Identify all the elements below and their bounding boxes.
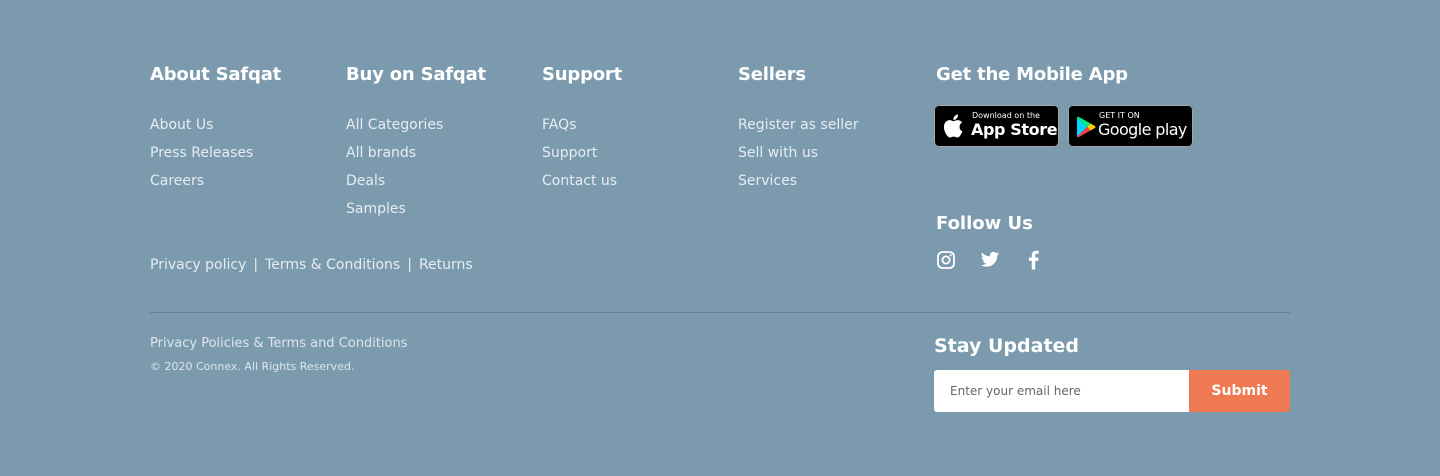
link-careers[interactable]: Careers [150,170,253,198]
link-contact-us[interactable]: Contact us [542,170,617,198]
link-faqs[interactable]: FAQs [542,114,617,142]
apple-icon [943,114,963,138]
support-column-title: Support [542,64,622,85]
follow-us-title: Follow Us [936,213,1033,234]
google-play-big-text: Google play [1098,120,1187,139]
twitter-icon[interactable] [980,250,1000,270]
copyright-text: © 2020 Connex. All Rights Reserved. [150,360,355,373]
app-store-big-text: App Store [971,120,1058,139]
link-register-as-seller[interactable]: Register as seller [738,114,858,142]
link-deals[interactable]: Deals [346,170,443,198]
legal-separator: | [407,257,412,273]
link-all-categories[interactable]: All Categories [346,114,443,142]
about-links: About Us Press Releases Careers [150,114,253,198]
link-terms-conditions[interactable]: Terms & Conditions [265,257,400,273]
stay-updated-title: Stay Updated [934,335,1080,357]
google-play-badge[interactable]: GET IT ON Google play [1068,105,1193,147]
buy-column-title: Buy on Safqat [346,64,486,85]
about-column-title: About Safqat [150,64,282,85]
sellers-links: Register as seller Sell with us Services [738,114,858,198]
link-press-releases[interactable]: Press Releases [150,142,253,170]
instagram-icon[interactable] [936,250,956,270]
legal-links: Privacy policy | Terms & Conditions | Return… [150,254,473,276]
policies-link[interactable]: Privacy Policies & Terms and Conditions [150,334,408,354]
link-sell-with-us[interactable]: Sell with us [738,142,858,170]
buy-links: All Categories All brands Deals Samples [346,114,443,226]
link-privacy-policy[interactable]: Privacy policy [150,257,246,273]
support-links: FAQs Support Contact us [542,114,617,198]
link-support[interactable]: Support [542,142,617,170]
mobile-app-title: Get the Mobile App [936,64,1128,85]
email-input[interactable] [934,370,1189,412]
sellers-column-title: Sellers [738,64,806,85]
app-store-small-text: Download on the [972,111,1040,120]
legal-separator: | [253,257,259,273]
link-samples[interactable]: Samples [346,198,443,226]
link-returns[interactable]: Returns [419,257,473,273]
link-services[interactable]: Services [738,170,858,198]
link-about-us[interactable]: About Us [150,114,253,142]
submit-button[interactable]: Submit [1189,370,1290,412]
google-play-icon [1077,116,1096,138]
app-store-badge[interactable]: Download on the App Store [934,105,1059,147]
link-all-brands[interactable]: All brands [346,142,443,170]
footer-divider [150,312,1290,313]
google-play-small-text: GET IT ON [1099,111,1140,120]
facebook-icon[interactable] [1024,250,1044,270]
